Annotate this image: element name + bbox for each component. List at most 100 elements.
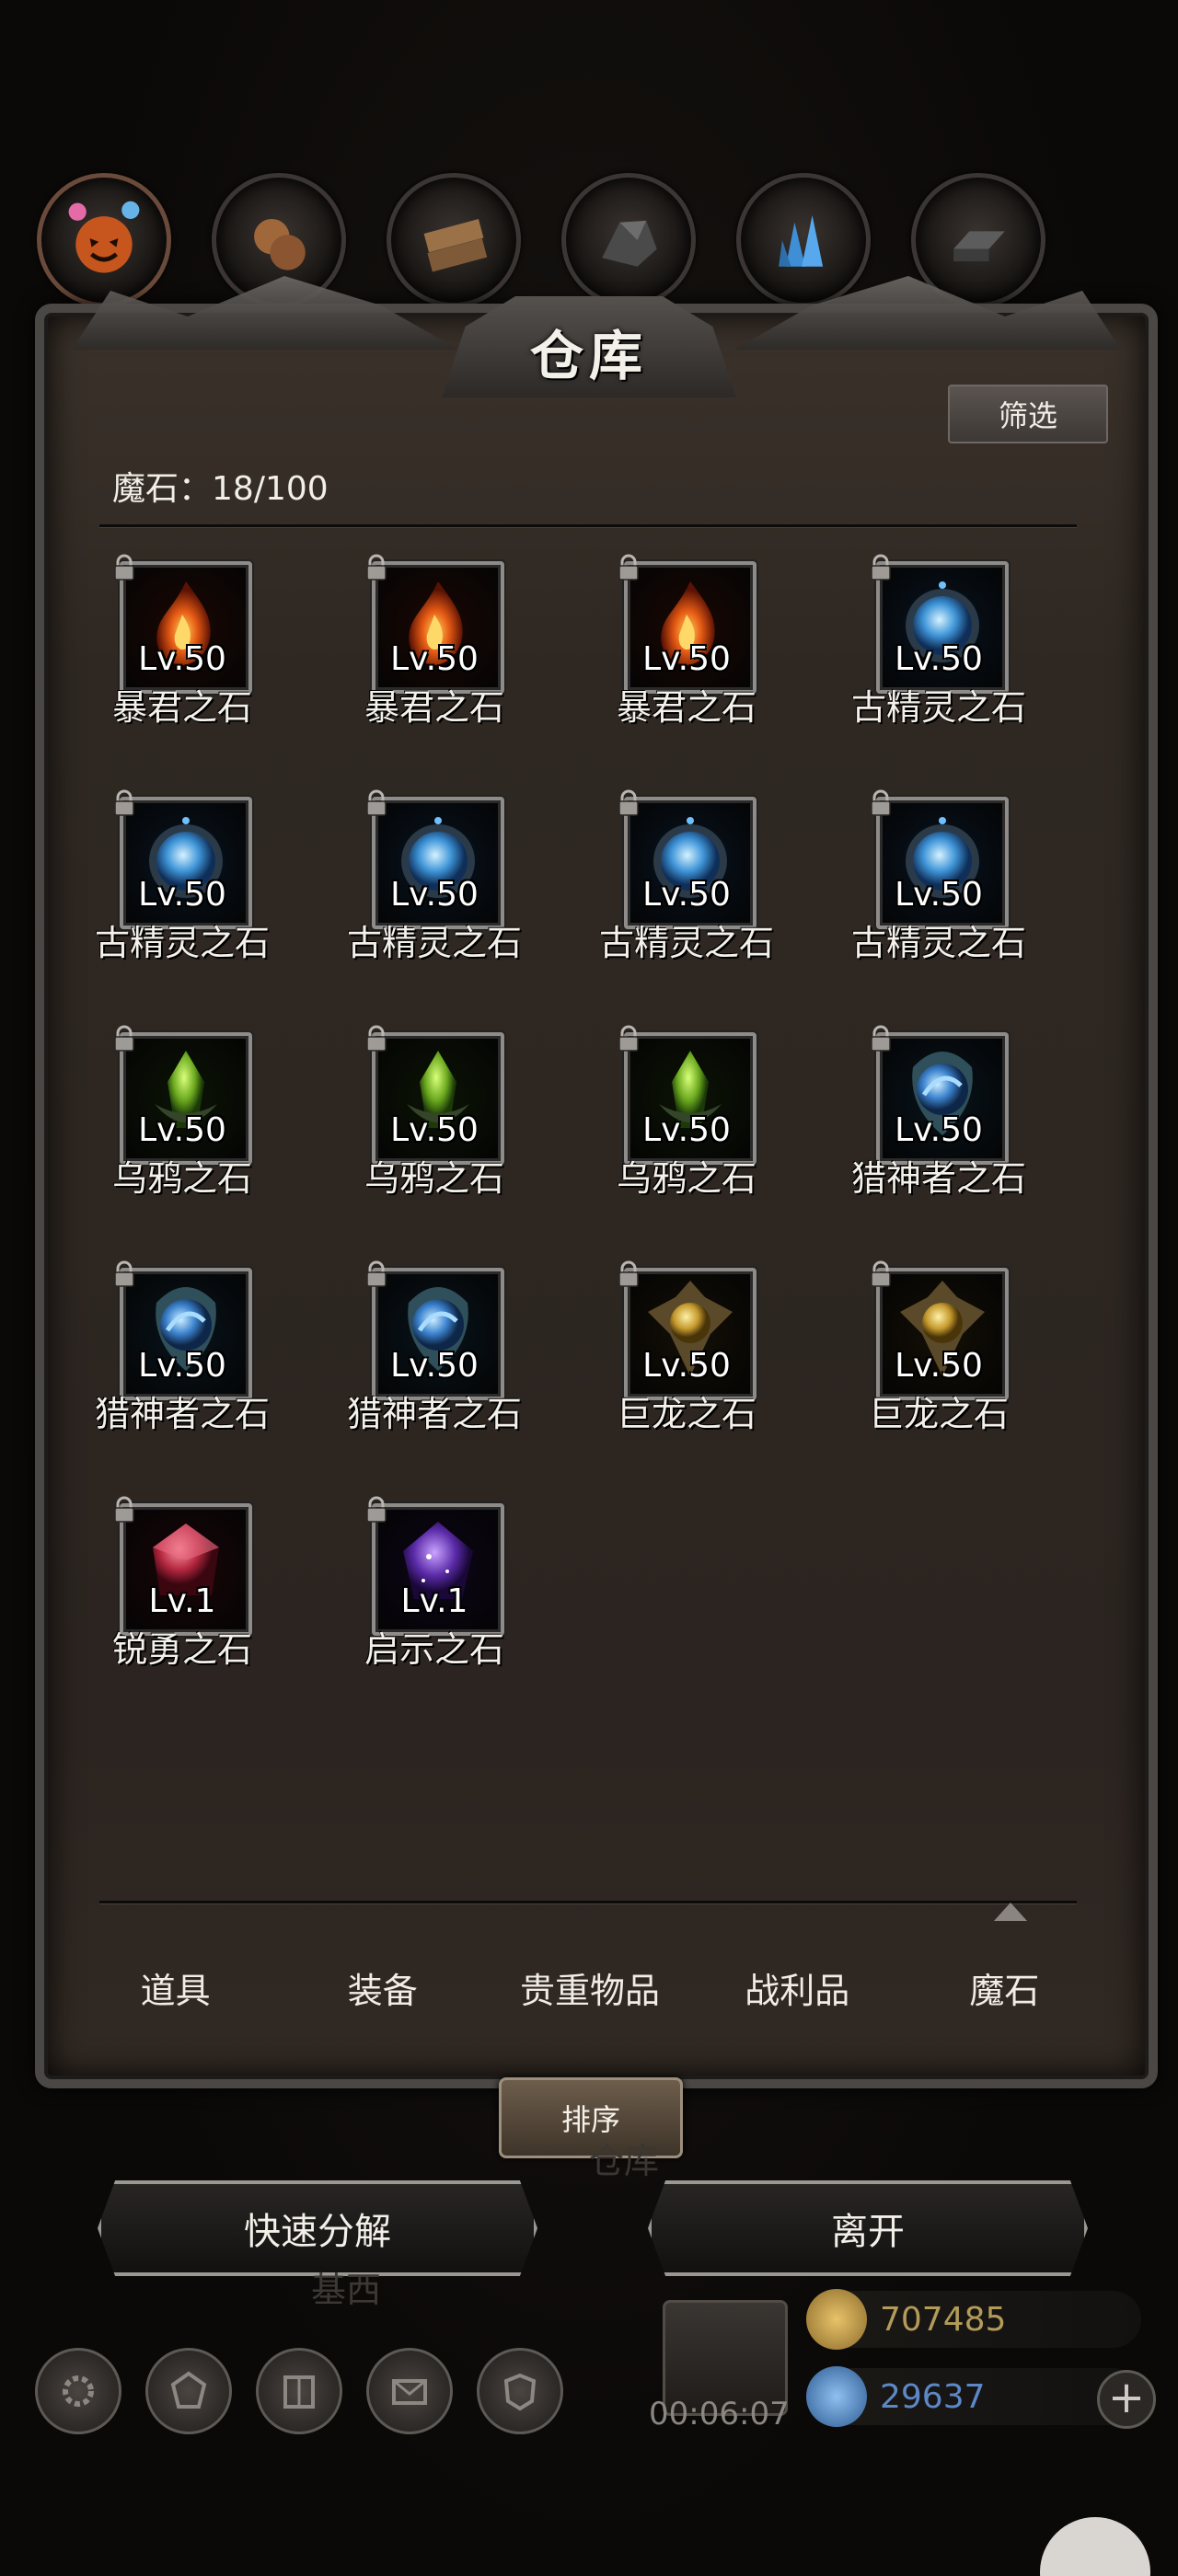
item-level: Lv.50 bbox=[642, 876, 731, 914]
item-level: Lv.50 bbox=[138, 1111, 226, 1149]
filter-button[interactable]: 筛选 bbox=[948, 385, 1108, 443]
tab-1[interactable]: 装备 bbox=[279, 1918, 486, 2056]
lock-icon bbox=[618, 1025, 639, 1052]
item-name: 乌鸦之石 bbox=[111, 1158, 252, 1199]
tab-0[interactable]: 道具 bbox=[72, 1918, 279, 2056]
item-slot[interactable]: Lv.50 暴君之石 bbox=[72, 552, 274, 754]
item-slot[interactable]: Lv.50 巨龙之石 bbox=[576, 1259, 779, 1461]
item-name: 乌鸦之石 bbox=[616, 1158, 756, 1199]
lock-icon bbox=[618, 1260, 639, 1287]
item-level: Lv.50 bbox=[642, 640, 731, 678]
item-slot[interactable]: Lv.1 启示之石 bbox=[324, 1494, 526, 1696]
lock-icon bbox=[618, 789, 639, 816]
lock-icon bbox=[618, 554, 639, 581]
item-slot[interactable]: Lv.50 乌鸦之石 bbox=[324, 1023, 526, 1225]
item-slot[interactable]: Lv.50 乌鸦之石 bbox=[72, 1023, 274, 1225]
lock-icon bbox=[871, 789, 891, 816]
gold-amount: 707485 bbox=[880, 2300, 1007, 2339]
top-divider bbox=[99, 524, 1077, 528]
item-name: 乌鸦之石 bbox=[364, 1158, 504, 1199]
lock-icon bbox=[114, 1496, 134, 1523]
item-slot[interactable]: Lv.50 古精灵之石 bbox=[72, 788, 274, 990]
item-level: Lv.50 bbox=[138, 876, 226, 914]
lock-icon bbox=[871, 1260, 891, 1287]
lock-icon bbox=[114, 1025, 134, 1052]
item-level: Lv.50 bbox=[138, 640, 226, 678]
item-grid: Lv.50 暴君之石 Lv.50 暴君之石 Lv.50 暴君之石 Lv.50 古精灵之石 Lv.… bbox=[72, 552, 1084, 1858]
badge-icon[interactable] bbox=[145, 2348, 232, 2434]
gem-display: 29637 bbox=[806, 2366, 1141, 2427]
item-name: 古精灵之石 bbox=[346, 923, 522, 963]
event-icon[interactable] bbox=[37, 173, 171, 307]
item-name: 古精灵之石 bbox=[850, 687, 1026, 728]
book-icon[interactable] bbox=[256, 2348, 342, 2434]
item-slot[interactable]: Lv.50 猎神者之石 bbox=[828, 1023, 1031, 1225]
add-currency-button[interactable]: + bbox=[1097, 2370, 1156, 2429]
item-slot[interactable]: Lv.50 暴君之石 bbox=[576, 552, 779, 754]
item-slot[interactable]: Lv.50 巨龙之石 bbox=[828, 1259, 1031, 1461]
ore-icon[interactable] bbox=[561, 173, 696, 307]
item-level: Lv.50 bbox=[895, 640, 983, 678]
item-level: Lv.50 bbox=[138, 1347, 226, 1385]
item-level: Lv.50 bbox=[895, 1347, 983, 1385]
item-slot[interactable]: Lv.50 古精灵之石 bbox=[576, 788, 779, 990]
capacity-count: 18/100 bbox=[212, 470, 329, 508]
category-label: 魔石 bbox=[112, 470, 179, 508]
item-name: 暴君之石 bbox=[616, 687, 756, 728]
bottom-divider bbox=[99, 1901, 1077, 1904]
background-label: 基西 bbox=[311, 2270, 382, 2310]
item-slot[interactable]: Lv.1 锐勇之石 bbox=[72, 1494, 274, 1696]
wood-icon[interactable] bbox=[387, 173, 521, 307]
mail-icon[interactable] bbox=[366, 2348, 453, 2434]
lock-icon bbox=[366, 554, 387, 581]
item-name: 巨龙之石 bbox=[868, 1394, 1009, 1434]
item-slot[interactable]: Lv.50 猎神者之石 bbox=[72, 1259, 274, 1461]
guild-icon[interactable] bbox=[477, 2348, 563, 2434]
crystal-icon[interactable] bbox=[736, 173, 871, 307]
item-slot[interactable]: Lv.50 古精灵之石 bbox=[828, 552, 1031, 754]
item-slot[interactable]: Lv.50 猎神者之石 bbox=[324, 1259, 526, 1461]
lock-icon bbox=[366, 789, 387, 816]
lock-icon bbox=[871, 1025, 891, 1052]
item-name: 锐勇之石 bbox=[111, 1629, 252, 1670]
tab-2[interactable]: 贵重物品 bbox=[486, 1918, 693, 2056]
lock-icon bbox=[366, 1496, 387, 1523]
gem-amount: 29637 bbox=[880, 2377, 986, 2416]
count-separator: ： bbox=[179, 470, 213, 508]
corner-menu-button[interactable] bbox=[1040, 2517, 1150, 2576]
lock-icon bbox=[114, 1260, 134, 1287]
item-slot[interactable]: Lv.50 暴君之石 bbox=[324, 552, 526, 754]
category-tabs: 道具 装备 贵重物品 战利品 魔石 bbox=[72, 1918, 1108, 2056]
item-level: Lv.1 bbox=[148, 1582, 216, 1620]
item-slot[interactable]: Lv.50 古精灵之石 bbox=[828, 788, 1031, 990]
item-level: Lv.1 bbox=[400, 1582, 468, 1620]
item-name: 暴君之石 bbox=[364, 687, 504, 728]
item-slot[interactable]: Lv.50 乌鸦之石 bbox=[576, 1023, 779, 1225]
tab-4[interactable]: 魔石 bbox=[901, 1918, 1108, 2056]
item-level: Lv.50 bbox=[390, 640, 479, 678]
gem-icon bbox=[806, 2366, 867, 2427]
lock-icon bbox=[114, 554, 134, 581]
lock-icon bbox=[871, 554, 891, 581]
capacity-label: 魔石：18/100 bbox=[112, 462, 329, 510]
background-title: 仓库 bbox=[589, 2141, 660, 2181]
item-name: 猎神者之石 bbox=[850, 1158, 1026, 1199]
item-level: Lv.50 bbox=[895, 1111, 983, 1149]
item-level: Lv.50 bbox=[642, 1111, 731, 1149]
item-name: 启示之石 bbox=[364, 1629, 504, 1670]
settings-icon[interactable] bbox=[35, 2348, 121, 2434]
item-level: Lv.50 bbox=[390, 1111, 479, 1149]
item-name: 暴君之石 bbox=[111, 687, 252, 728]
screen: 仓库 筛选 魔石：18/100 Lv.50 暴君之石 Lv.50 暴君之石 Lv.50 暴… bbox=[0, 0, 1178, 2576]
panel-title: 仓库 bbox=[529, 325, 648, 387]
item-name: 古精灵之石 bbox=[850, 923, 1026, 963]
item-slot[interactable]: Lv.50 古精灵之石 bbox=[324, 788, 526, 990]
gold-display: 707485 bbox=[806, 2289, 1141, 2350]
top-category-bar bbox=[29, 173, 1149, 311]
item-level: Lv.50 bbox=[642, 1347, 731, 1385]
item-level: Lv.50 bbox=[390, 876, 479, 914]
tab-3[interactable]: 战利品 bbox=[694, 1918, 901, 2056]
item-name: 猎神者之石 bbox=[346, 1394, 522, 1434]
gift-timer: 00:06:07 bbox=[649, 2396, 790, 2432]
leave-button[interactable]: 离开 bbox=[648, 2180, 1088, 2276]
